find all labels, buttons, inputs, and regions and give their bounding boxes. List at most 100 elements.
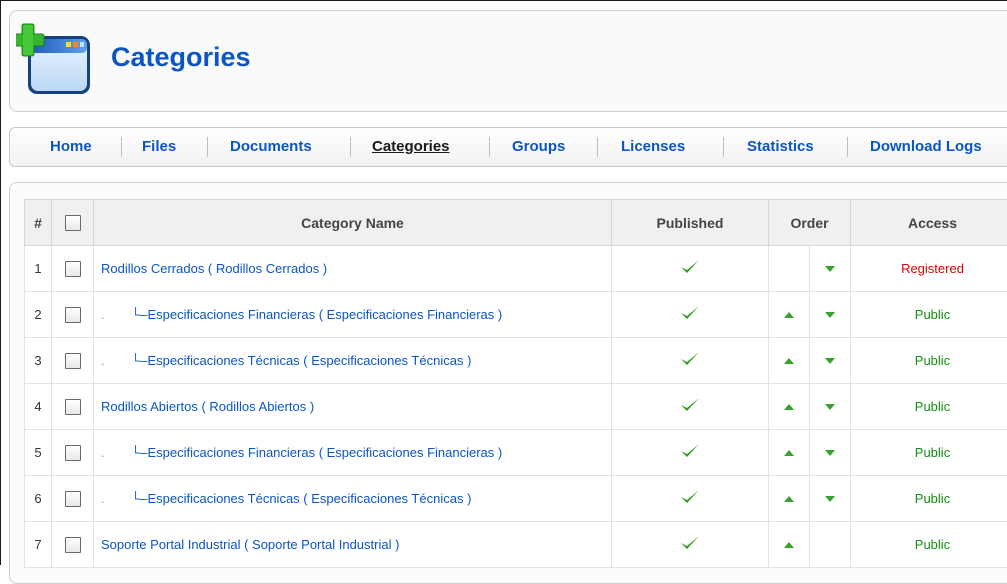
arrow-down-icon[interactable] [824, 357, 836, 365]
arrow-down-icon[interactable] [824, 403, 836, 411]
column-header-category-name[interactable]: Category Name [94, 200, 612, 246]
indent-marker: . [101, 445, 131, 460]
row-checkbox[interactable] [65, 491, 81, 507]
nav-separator [350, 137, 351, 157]
tree-branch-icon: └– [131, 307, 147, 322]
row-select-cell [52, 522, 94, 568]
category-name-link[interactable]: Rodillos Cerrados ( Rodillos Cerrados ) [101, 261, 327, 276]
nav-separator [489, 137, 490, 157]
row-select-cell [52, 292, 94, 338]
row-select-cell [52, 246, 94, 292]
checkmark-icon[interactable] [680, 534, 700, 552]
indent-marker: . [101, 307, 131, 322]
arrow-up-icon[interactable] [783, 541, 795, 549]
checkmark-icon[interactable] [680, 304, 700, 322]
nav-item-documents[interactable]: Documents [230, 138, 312, 155]
category-name-cell: .└–Especificaciones Técnicas ( Especific… [94, 338, 612, 384]
select-all-checkbox[interactable] [65, 215, 81, 231]
arrow-up-icon[interactable] [783, 449, 795, 457]
tree-branch-icon: └– [131, 491, 147, 506]
table-row: 6.└–Especificaciones Técnicas ( Especifi… [25, 476, 1007, 522]
column-header-num: # [25, 200, 52, 246]
arrow-up-icon[interactable] [783, 357, 795, 365]
arrow-down-icon[interactable] [824, 495, 836, 503]
order-down-cell [810, 522, 851, 568]
select-all-cell [52, 200, 94, 246]
access-cell: Registered [851, 246, 1007, 292]
row-number: 6 [25, 476, 52, 522]
order-up-cell [769, 430, 810, 476]
row-checkbox[interactable] [65, 353, 81, 369]
access-level-link[interactable]: Public [915, 307, 950, 322]
access-level-link[interactable]: Public [915, 353, 950, 368]
row-number: 1 [25, 246, 52, 292]
frame-border-top [0, 0, 1007, 1]
category-name-link[interactable]: Soporte Portal Industrial ( Soporte Port… [101, 537, 399, 552]
category-name-link[interactable]: Rodillos Abiertos ( Rodillos Abiertos ) [101, 399, 314, 414]
published-cell [612, 338, 769, 384]
checkmark-icon[interactable] [680, 258, 700, 276]
arrow-down-icon[interactable] [824, 449, 836, 457]
nav-item-download-logs[interactable]: Download Logs [870, 138, 982, 155]
arrow-down-icon[interactable] [824, 311, 836, 319]
row-checkbox[interactable] [65, 399, 81, 415]
arrow-up-icon[interactable] [783, 495, 795, 503]
nav-separator [207, 137, 208, 157]
checkmark-icon[interactable] [680, 442, 700, 460]
category-name-cell: .└–Especificaciones Técnicas ( Especific… [94, 476, 612, 522]
category-name-link[interactable]: Especificaciones Técnicas ( Especificaci… [147, 353, 471, 368]
order-down-cell [810, 246, 851, 292]
access-level-link[interactable]: Public [915, 445, 950, 460]
checkmark-icon[interactable] [680, 488, 700, 506]
row-checkbox[interactable] [65, 307, 81, 323]
order-down-cell [810, 430, 851, 476]
published-cell [612, 292, 769, 338]
checkmark-icon[interactable] [680, 396, 700, 414]
order-down-cell [810, 292, 851, 338]
nav-item-home[interactable]: Home [50, 138, 92, 155]
category-name-link[interactable]: Especificaciones Financieras ( Especific… [147, 307, 502, 322]
published-cell [612, 476, 769, 522]
nav-item-groups[interactable]: Groups [512, 138, 565, 155]
nav-item-categories[interactable]: Categories [372, 138, 450, 155]
table-row: 7Soporte Portal Industrial ( Soporte Por… [25, 522, 1007, 568]
categories-window-icon [16, 22, 96, 98]
order-up-cell [769, 522, 810, 568]
order-down-cell [810, 338, 851, 384]
row-checkbox[interactable] [65, 261, 81, 277]
category-name-link[interactable]: Especificaciones Técnicas ( Especificaci… [147, 491, 471, 506]
nav-item-licenses[interactable]: Licenses [621, 138, 685, 155]
arrow-down-icon[interactable] [824, 265, 836, 273]
category-name-link[interactable]: Especificaciones Financieras ( Especific… [147, 445, 502, 460]
category-name-cell: Soporte Portal Industrial ( Soporte Port… [94, 522, 612, 568]
column-header-order[interactable]: Order [769, 200, 851, 246]
order-up-cell [769, 292, 810, 338]
tree-branch-icon: └– [131, 353, 147, 368]
nav-item-files[interactable]: Files [142, 138, 176, 155]
access-level-link[interactable]: Registered [901, 261, 964, 276]
table-row: 4 Rodillos Abiertos ( Rodillos Abiertos )… [25, 384, 1007, 430]
access-level-link[interactable]: Public [915, 537, 950, 552]
nav-item-statistics[interactable]: Statistics [747, 138, 814, 155]
arrow-up-icon[interactable] [783, 403, 795, 411]
row-checkbox[interactable] [65, 445, 81, 461]
indent-marker: . [101, 353, 131, 368]
arrow-up-icon[interactable] [783, 311, 795, 319]
column-header-published[interactable]: Published [612, 200, 769, 246]
access-level-link[interactable]: Public [915, 491, 950, 506]
row-number: 2 [25, 292, 52, 338]
access-level-link[interactable]: Public [915, 399, 950, 414]
nav-separator [723, 137, 724, 157]
indent-marker: . [101, 491, 131, 506]
access-cell: Public [851, 430, 1007, 476]
tree-branch-icon: └– [131, 445, 147, 460]
order-up-cell [769, 246, 810, 292]
row-number: 4 [25, 384, 52, 430]
order-up-cell [769, 476, 810, 522]
checkmark-icon[interactable] [680, 350, 700, 368]
row-checkbox[interactable] [65, 537, 81, 553]
column-header-access[interactable]: Access [851, 200, 1007, 246]
row-select-cell [52, 476, 94, 522]
category-name-cell: .└–Especificaciones Financieras ( Especi… [94, 430, 612, 476]
table-header-row: # Category Name Published Order Access [25, 200, 1007, 246]
